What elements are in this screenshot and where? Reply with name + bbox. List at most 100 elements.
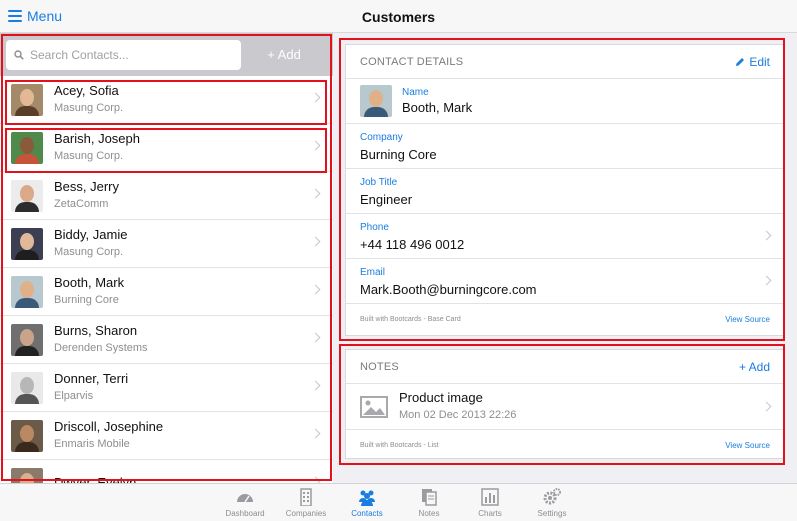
footer-note: Built with Bootcards - Base Card [360,315,461,323]
contact-name: Barish, Joseph [54,131,140,146]
tab-notes[interactable]: Notes [403,488,455,518]
contact-company: Enmaris Mobile [54,438,130,450]
avatar [11,419,43,452]
view-source-link[interactable]: View Source [725,315,770,324]
field-label: Company [360,132,403,143]
contact-name: Dwyer, Evelyn [54,475,137,483]
pencil-icon [736,57,745,66]
tab-label: Settings [537,509,567,518]
chevron-right-icon [310,380,321,391]
tab-label: Notes [418,509,440,518]
contact-row-booth-mark[interactable]: Booth, Mark Burning Core [0,268,333,316]
contact-name: Biddy, Jamie [54,227,128,242]
contact-name: Burns, Sharon [54,323,138,338]
tab-dashboard[interactable]: Dashboard [219,488,271,518]
gears-icon [543,488,561,505]
contact-row-bess-jerry[interactable]: Bess, Jerry ZetaComm [0,172,333,220]
view-source-link[interactable]: View Source [725,441,770,450]
contact-details-card: CONTACT DETAILS Edit Name Booth, Mark Co… [345,44,785,336]
top-navbar: Menu Customers [0,0,797,33]
add-note-button[interactable]: + Add [739,360,770,374]
tab-label: Dashboard [225,509,265,518]
contact-name: Driscoll, Josephine [54,419,164,434]
contact-name: Booth, Mark [54,275,125,290]
field-value: +44 118 496 0012 [360,237,465,252]
avatar [11,371,43,404]
contact-company: Masung Corp. [54,102,124,114]
field-value: Burning Core [360,147,437,162]
contact-row-dwyer-evelyn[interactable]: Dwyer, Evelyn [0,460,333,483]
tab-label: Contacts [351,509,383,518]
contact-company: ZetaComm [54,198,109,210]
contact-row-biddy-jamie[interactable]: Biddy, Jamie Masung Corp. [0,220,333,268]
avatar [11,131,43,164]
card-footer: Built with Bootcards - Base Card View So… [346,304,784,334]
chevron-right-icon [310,236,321,247]
avatar [11,467,43,483]
search-icon [14,49,24,60]
avatar [11,323,43,356]
email-field[interactable]: Email Mark.Booth@burningcore.com [346,259,784,304]
chevron-right-icon [761,401,772,412]
edit-label: Edit [749,54,770,69]
notes-icon [422,489,437,506]
chevron-right-icon [310,332,321,343]
add-contact-button[interactable]: + Add [241,47,327,62]
users-icon [359,490,375,506]
building-icon [300,488,312,506]
field-value: Engineer [360,192,413,207]
name-field: Name Booth, Mark [346,79,784,124]
card-title: CONTACT DETAILS [360,55,464,68]
card-header: CONTACT DETAILS Edit [346,45,784,79]
tab-contacts[interactable]: Contacts [341,488,393,518]
search-input[interactable] [30,47,230,62]
tab-settings[interactable]: Settings [526,488,578,518]
tab-label: Charts [478,509,502,518]
footer-note: Built with Bootcards - List [360,441,439,449]
contact-row-donner-terri[interactable]: Donner, Terri Elparvis [0,364,333,412]
chevron-right-icon [310,284,321,295]
avatar [11,227,43,260]
contact-row-driscoll-josephine[interactable]: Driscoll, Josephine Enmaris Mobile [0,412,333,460]
card-header: NOTES + Add [346,350,784,384]
tab-charts[interactable]: Charts [464,488,516,518]
avatar [11,179,43,212]
chevron-right-icon [310,428,321,439]
chevron-right-icon [310,140,321,151]
contact-company: Derenden Systems [54,342,148,354]
tab-label: Companies [285,509,327,518]
tab-companies[interactable]: Companies [280,488,332,518]
contact-name: Donner, Terri [54,371,129,386]
note-title: Product image [399,390,483,405]
phone-field[interactable]: Phone +44 118 496 0012 [346,214,784,259]
contact-company: Elparvis [54,390,94,402]
contact-company: Masung Corp. [54,150,124,162]
card-footer: Built with Bootcards - List View Source [346,430,784,460]
contact-name: Bess, Jerry [54,179,120,194]
app-window: Menu Customers + Add Acey, Sofia Masung C… [0,0,797,521]
search-field[interactable] [6,39,241,70]
job-title-field: Job Title Engineer [346,169,784,214]
field-label: Name [402,86,429,98]
contact-row-acey-sofia[interactable]: Acey, Sofia Masung Corp. [0,76,333,124]
contact-row-barish-joseph[interactable]: Barish, Joseph Masung Corp. [0,124,333,172]
contact-company: Masung Corp. [54,246,124,258]
contact-row-burns-sharon[interactable]: Burns, Sharon Derenden Systems [0,316,333,364]
note-date: Mon 02 Dec 2013 22:26 [399,409,517,421]
chevron-right-icon [310,92,321,103]
avatar [360,85,392,117]
field-label: Email [360,267,386,278]
field-value: Booth, Mark [402,99,473,115]
note-list-item[interactable]: Product image Mon 02 Dec 2013 22:26 [346,384,784,430]
avatar [11,83,43,116]
bar-chart-icon [481,488,499,506]
image-icon [360,395,388,418]
contacts-list-panel: + Add Acey, Sofia Masung Corp. Barish, Jo… [0,33,333,483]
edit-button[interactable]: Edit [735,55,770,69]
bottom-tab-bar: Dashboard Companies Contacts Notes Chart… [0,483,797,521]
search-bar: + Add [0,33,333,76]
company-field: Company Burning Core [346,124,784,169]
chevron-right-icon [310,188,321,199]
contact-company: Burning Core [54,294,119,306]
contact-name: Acey, Sofia [54,83,119,98]
